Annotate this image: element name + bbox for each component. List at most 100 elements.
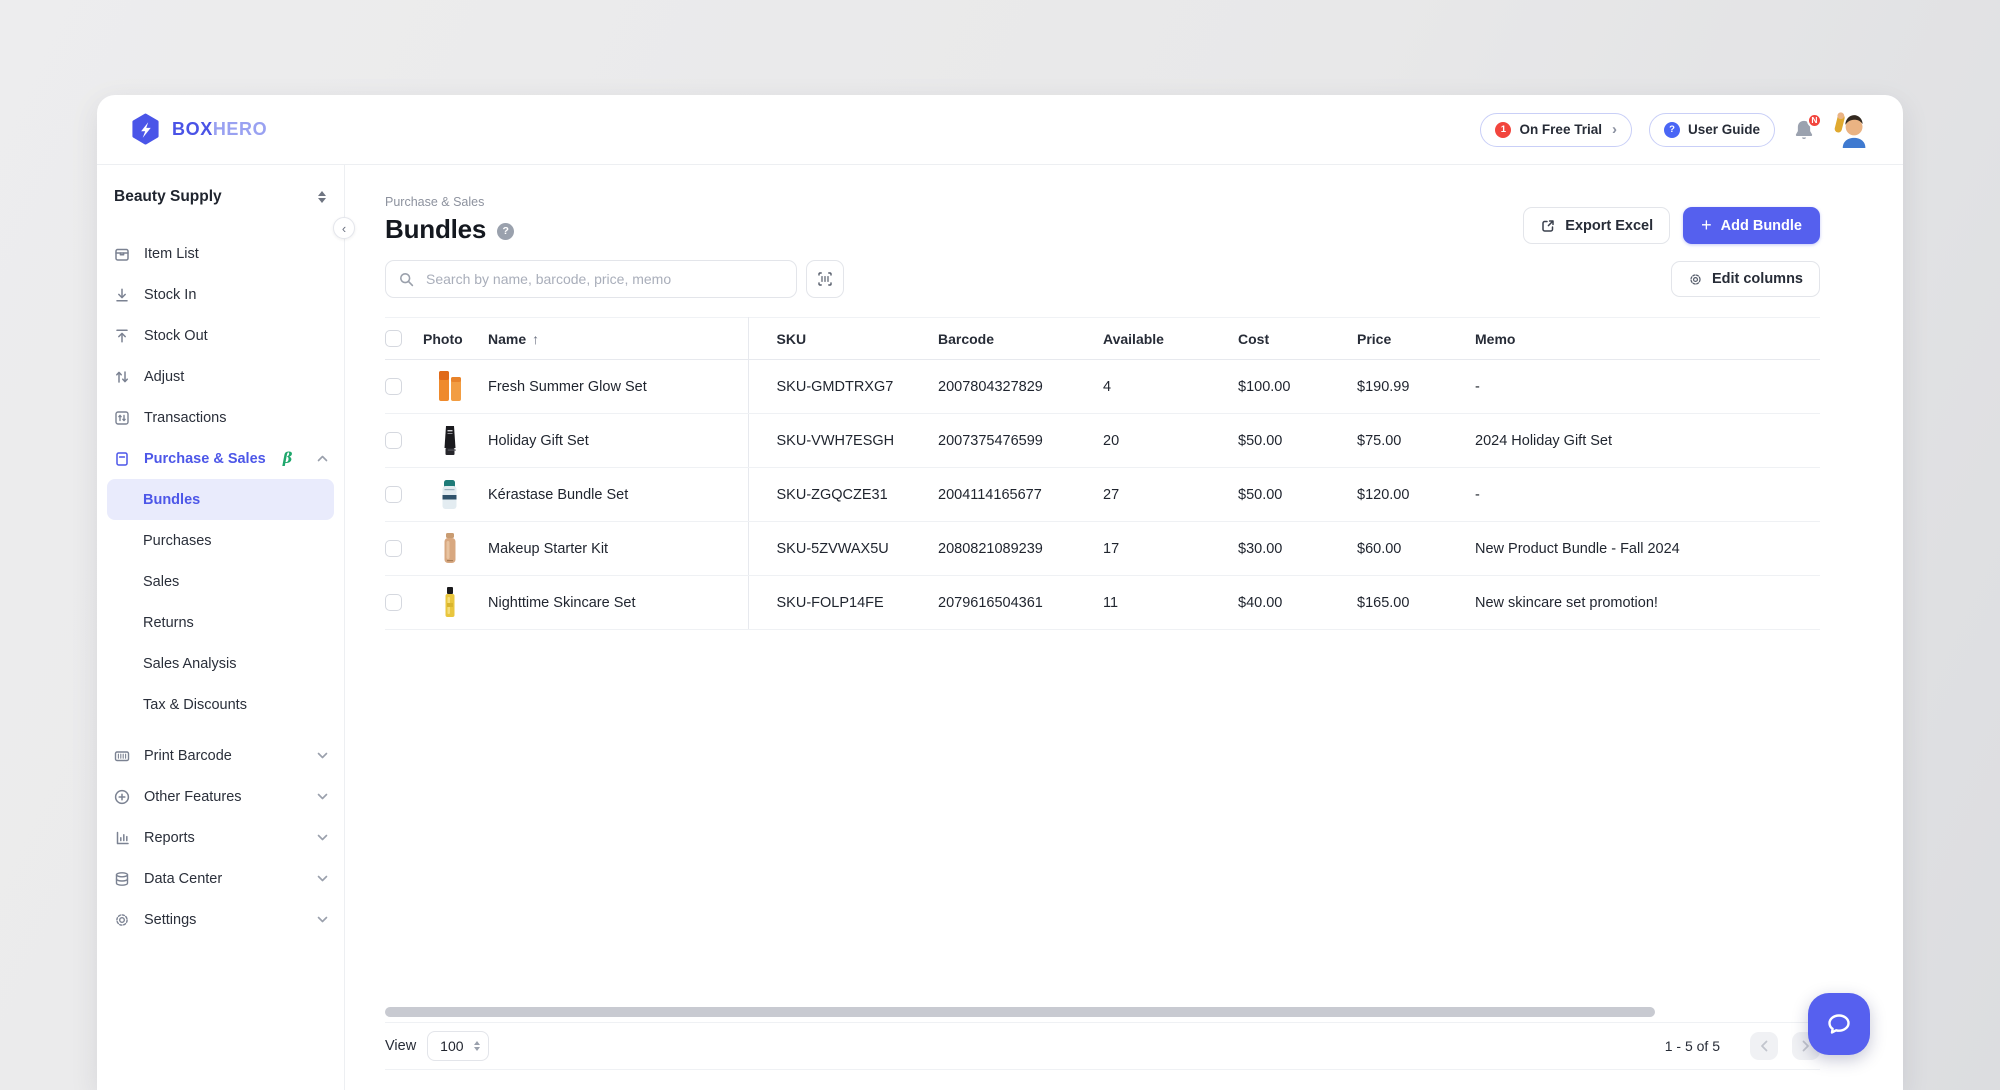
table-row[interactable]: Kérastase Bundle Set SKU-ZGQCZE31 200411…: [385, 467, 1820, 522]
sidebar-subitem-sales[interactable]: Sales: [97, 561, 344, 602]
bundle-price: $75.00: [1357, 413, 1475, 468]
add-bundle-button[interactable]: + Add Bundle: [1683, 207, 1820, 244]
bundle-barcode: 2080821089239: [938, 521, 1103, 576]
sidebar-item-label: Purchase & Sales: [144, 450, 266, 467]
sidebar-item-transactions[interactable]: Transactions: [97, 397, 344, 438]
chat-bubble-icon: [1828, 1014, 1850, 1034]
sidebar-item-stock-out[interactable]: Stock Out: [97, 315, 344, 356]
sidebar-subitem-returns[interactable]: Returns: [97, 602, 344, 643]
column-header-cost[interactable]: Cost: [1238, 317, 1357, 360]
sort-ascending-icon: ↑: [532, 330, 540, 347]
sidebar-item-data-center[interactable]: Data Center: [97, 858, 344, 899]
bundle-name: Nighttime Skincare Set: [488, 575, 749, 630]
sidebar-item-label: Other Features: [144, 788, 242, 805]
bundle-name: Holiday Gift Set: [488, 413, 749, 468]
sidebar-item-label: Data Center: [144, 870, 223, 887]
help-icon[interactable]: ?: [497, 222, 515, 240]
column-header-sku[interactable]: SKU: [748, 317, 938, 360]
product-photo: [433, 528, 466, 570]
sidebar-item-print-barcode[interactable]: Print Barcode: [97, 735, 344, 776]
table-row[interactable]: Holiday Gift Set SKU-VWH7ESGH 2007375476…: [385, 413, 1820, 468]
product-photo: [433, 474, 466, 516]
table-row[interactable]: Fresh Summer Glow Set SKU-GMDTRXG7 20078…: [385, 359, 1820, 414]
settings-icon: [113, 911, 131, 929]
search-icon: [399, 272, 414, 286]
row-checkbox[interactable]: [385, 378, 402, 395]
column-header-available[interactable]: Available: [1103, 317, 1238, 360]
column-header-photo[interactable]: Photo: [423, 317, 488, 360]
view-label: View: [385, 1038, 417, 1054]
sidebar-subitem-tax-discounts[interactable]: Tax & Discounts: [97, 684, 344, 725]
sidebar-item-other-features[interactable]: Other Features: [97, 776, 344, 817]
sidebar-item-settings[interactable]: Settings: [97, 899, 344, 940]
sidebar-subitem-label: Purchases: [143, 532, 212, 549]
transactions-icon: [113, 409, 131, 427]
row-checkbox[interactable]: [385, 540, 402, 557]
user-guide-button[interactable]: ? User Guide: [1648, 112, 1775, 147]
sidebar-item-label: Reports: [144, 829, 195, 846]
sidebar-item-item-list[interactable]: Item List: [97, 233, 344, 274]
bundle-barcode: 2004114165677: [938, 467, 1103, 522]
horizontal-scrollbar[interactable]: [385, 1007, 1655, 1017]
brand-text: BOXHERO: [172, 119, 268, 139]
column-header-memo[interactable]: Memo: [1475, 317, 1820, 360]
barcode-scan-icon: [818, 272, 832, 286]
product-photo: [433, 420, 466, 462]
row-checkbox[interactable]: [385, 486, 402, 503]
column-header-price[interactable]: Price: [1357, 317, 1475, 360]
sidebar-subitem-label: Bundles: [143, 491, 201, 508]
select-all-checkbox[interactable]: [385, 330, 402, 347]
trial-label: On Free Trial: [1519, 122, 1602, 137]
trial-count-badge: 1: [1495, 121, 1512, 138]
item-list-icon: [113, 245, 131, 263]
user-avatar[interactable]: [1833, 111, 1870, 148]
sidebar-subitem-sales-analysis[interactable]: Sales Analysis: [97, 643, 344, 684]
reports-icon: [113, 829, 131, 847]
chevron-down-icon: [317, 916, 328, 923]
export-icon: [1542, 219, 1555, 232]
sidebar-subitem-purchases[interactable]: Purchases: [97, 520, 344, 561]
sidebar-item-purchase-sales[interactable]: Purchase & Sales β: [97, 438, 344, 479]
table-row[interactable]: Nighttime Skincare Set SKU-FOLP14FE 2079…: [385, 575, 1820, 630]
adjust-icon: [113, 368, 131, 386]
sidebar-item-adjust[interactable]: Adjust: [97, 356, 344, 397]
column-header-barcode[interactable]: Barcode: [938, 317, 1103, 360]
sidebar-subitem-bundles[interactable]: Bundles: [107, 479, 334, 520]
row-checkbox[interactable]: [385, 594, 402, 611]
plus-icon: +: [1701, 215, 1712, 235]
page-size-select[interactable]: 100: [427, 1031, 490, 1061]
app-window: BOXHERO 1 On Free Trial › ? User Guide N: [97, 95, 1903, 1090]
chat-widget-button[interactable]: [1808, 993, 1870, 1055]
chevron-down-icon: [317, 793, 328, 800]
barcode-scan-button[interactable]: [806, 260, 844, 298]
product-photo: [433, 366, 466, 408]
free-trial-button[interactable]: 1 On Free Trial ›: [1480, 112, 1632, 147]
sidebar-item-reports[interactable]: Reports: [97, 817, 344, 858]
sidebar-subitem-label: Sales: [143, 573, 180, 590]
edit-columns-button[interactable]: Edit columns: [1670, 261, 1820, 297]
bundle-name: Kérastase Bundle Set: [488, 467, 749, 522]
notifications-button[interactable]: N: [1792, 112, 1822, 142]
bundles-table: Photo Name ↑ SKU Barcode Available Cost P…: [385, 317, 1820, 630]
workspace-selector[interactable]: Beauty Supply: [97, 165, 344, 206]
export-excel-button[interactable]: Export Excel: [1523, 207, 1671, 244]
bundle-available: 27: [1103, 467, 1238, 522]
sidebar-item-label: Stock In: [144, 286, 197, 303]
sidebar-collapse-button[interactable]: ‹: [333, 217, 355, 239]
sidebar-item-stock-in[interactable]: Stock In: [97, 274, 344, 315]
add-bundle-label: Add Bundle: [1720, 217, 1802, 234]
column-header-name[interactable]: Name ↑: [488, 317, 749, 360]
stock-out-icon: [113, 327, 131, 345]
bundle-sku: SKU-ZGQCZE31: [748, 467, 938, 522]
question-icon: ?: [1663, 121, 1680, 138]
search-input[interactable]: [424, 270, 784, 288]
bundle-memo: -: [1475, 359, 1820, 414]
table-row[interactable]: Makeup Starter Kit SKU-5ZVWAX5U 20808210…: [385, 521, 1820, 576]
prev-page-button[interactable]: [1750, 1032, 1778, 1060]
boxhero-logo[interactable]: BOXHERO: [130, 113, 267, 146]
sidebar-subitem-label: Tax & Discounts: [143, 696, 247, 713]
data-center-icon: [113, 870, 131, 888]
bundle-memo: New skincare set promotion!: [1475, 575, 1820, 630]
row-checkbox[interactable]: [385, 432, 402, 449]
bundle-available: 4: [1103, 359, 1238, 414]
